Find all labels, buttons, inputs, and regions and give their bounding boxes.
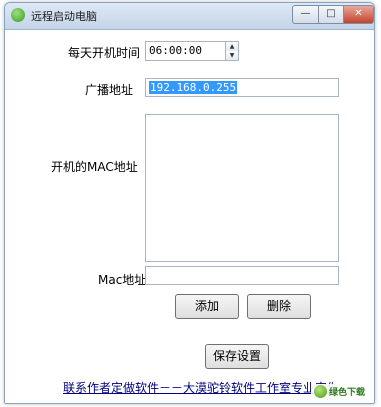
watermark-text: 绿色下载 — [328, 388, 365, 398]
client-area: 每天开机时间 06:00:00 ▲ ▼ 广播地址 192.168.0.255 开… — [5, 30, 374, 403]
window-title: 远程启动电脑 — [31, 10, 97, 23]
main-window: 远程启动电脑 — □ ✕ 每天开机时间 06:00:00 ▲ ▼ 广播地址 19… — [4, 2, 375, 404]
save-settings-button[interactable]: 保存设置 — [205, 344, 269, 369]
time-spin-up-icon[interactable]: ▲ — [225, 42, 238, 51]
time-spin-down-icon[interactable]: ▼ — [225, 51, 238, 60]
daily-boot-time-value: 06:00:00 — [149, 44, 202, 57]
daily-boot-label: 每天开机时间 — [68, 46, 141, 60]
title-bar[interactable]: 远程启动电脑 — □ ✕ — [5, 3, 374, 30]
mac-label: Mac地址 — [98, 273, 147, 287]
add-button[interactable]: 添加 — [175, 294, 239, 319]
boot-mac-label: 开机的MAC地址 — [51, 160, 138, 174]
minimize-button[interactable]: — — [292, 5, 319, 24]
broadcast-label: 广播地址 — [85, 83, 134, 97]
broadcast-address-value: 192.168.0.255 — [149, 81, 238, 94]
broadcast-address-input[interactable]: 192.168.0.255 — [145, 78, 339, 97]
delete-button[interactable]: 删除 — [247, 294, 311, 319]
contact-author-link[interactable]: 联系作者定做软件－－大漠驼铃软件工作室专业定做 — [63, 379, 333, 396]
watermark-logo-icon — [313, 385, 327, 398]
watermark: 绿色下载 — [310, 384, 368, 399]
close-button[interactable]: ✕ — [343, 5, 374, 24]
boot-mac-list[interactable] — [145, 114, 339, 262]
maximize-button[interactable]: □ — [318, 5, 344, 24]
app-icon — [11, 8, 25, 22]
mac-address-input[interactable] — [145, 266, 339, 285]
